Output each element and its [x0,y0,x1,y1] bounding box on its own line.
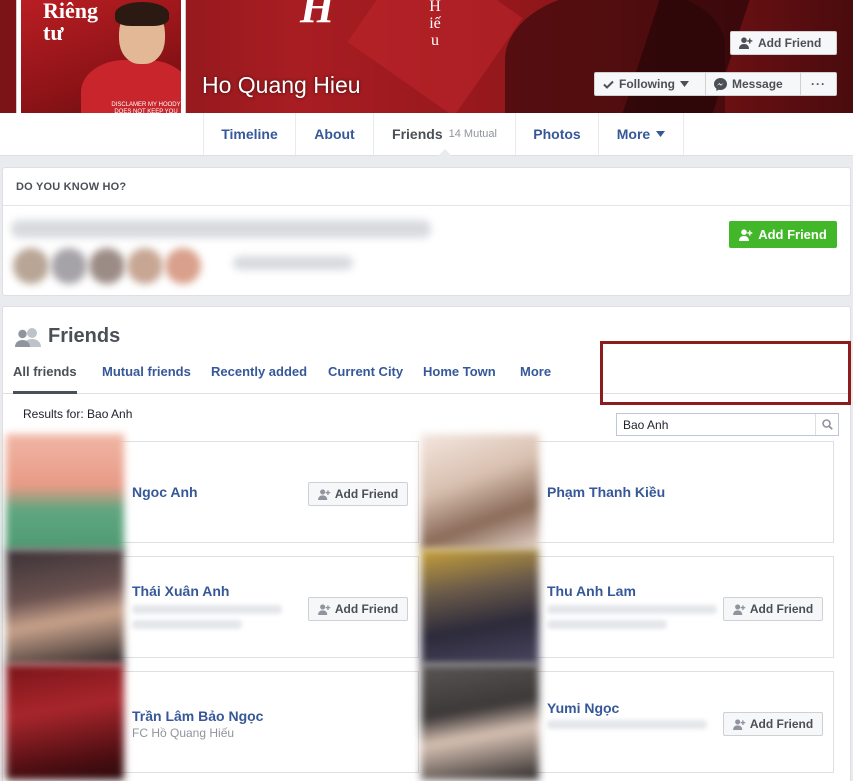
friend-photo[interactable] [421,549,539,665]
more-dots-icon: ··· [811,77,826,91]
chevron-down-icon [656,131,666,137]
suggestion-add-friend-label: Add Friend [758,227,827,242]
friend-card: Trần Lâm Bảo Ngọc FC Hồ Quang Hiếu [6,664,419,780]
messenger-icon [714,77,727,91]
tab-about-label: About [314,126,355,142]
profile-picture-text-line2: tư [43,20,64,45]
add-friend-icon [739,228,753,241]
friend-card: Phạm Thanh Kiều [421,434,834,550]
add-friend-button[interactable]: Add Friend [308,597,408,621]
chevron-down-icon [680,81,689,87]
subnav-current-city[interactable]: Current City [328,364,403,379]
cover-add-friend-label: Add Friend [758,36,822,50]
friends-title: Friends [48,325,121,347]
add-friend-icon [732,603,746,615]
blurred-avatar [13,248,49,284]
blurred-info [547,620,667,629]
results-label: Results for: Bao Anh [23,407,133,421]
profile-picture-text: Riêng tư [43,0,98,44]
blurred-info [132,605,282,614]
blurred-avatar [165,248,201,284]
message-label: Message [732,77,783,91]
tab-more[interactable]: More [599,113,684,155]
tab-timeline-label: Timeline [221,126,278,142]
cover-glyph: H [300,0,335,32]
friend-name[interactable]: Ngoc Anh [132,484,198,500]
profile-name[interactable]: Ho Quang Hieu [202,72,361,99]
add-friend-icon [317,488,331,500]
friend-name[interactable]: Thái Xuân Anh [132,583,229,599]
friend-name[interactable]: Yumi Ngọc [547,700,619,716]
message-button[interactable]: Message [705,72,800,96]
cover-add-friend-button[interactable]: Add Friend [730,31,837,55]
friend-card: Yumi Ngọc Add Friend [421,664,834,780]
tab-more-label: More [616,126,651,142]
friend-subtitle: FC Hồ Quang Hiếu [132,726,235,740]
search-highlight-annotation [600,341,851,405]
friend-name[interactable]: Phạm Thanh Kiều [547,484,665,500]
add-friend-icon [317,603,331,615]
cover-vertical-text: Hiếu [429,0,441,49]
friend-card: Ngoc Anh Add Friend [6,434,419,550]
tab-timeline[interactable]: Timeline [203,113,296,155]
blurred-text [11,220,431,238]
blurred-avatar [127,248,163,284]
friend-name[interactable]: Thu Anh Lam [547,583,636,599]
search-icon [821,419,833,430]
subnav-recently-added[interactable]: Recently added [211,364,307,379]
add-friend-button[interactable]: Add Friend [723,712,823,736]
profile-tabs: Timeline About Friends 14 Mutual Photos M… [0,113,853,156]
do-you-know-title: DO YOU KNOW HO? [3,168,850,206]
add-friend-button[interactable]: Add Friend [723,597,823,621]
add-friend-label: Add Friend [334,487,399,501]
following-label: Following [619,77,675,91]
friend-photo[interactable] [6,664,124,780]
subnav-more[interactable]: More [520,364,551,379]
friends-icon [15,327,41,347]
mutual-count-badge: 14 Mutual [448,128,497,140]
blurred-avatar [51,248,87,284]
friend-photo[interactable] [6,434,124,550]
friends-search-input[interactable] [617,414,815,435]
friend-card: Thái Xuân Anh Add Friend [6,549,419,665]
friends-heading: Friends [15,325,120,348]
friend-card: Thu Anh Lam Add Friend [421,549,834,665]
subnav-all-friends[interactable]: All friends [13,364,77,394]
profile-picture-text-line1: Riêng [43,0,98,23]
friend-photo[interactable] [421,664,539,780]
friends-search-box [616,413,839,436]
do-you-know-card: DO YOU KNOW HO? Add Friend [2,167,851,296]
check-icon [603,80,614,89]
blurred-info [132,620,242,629]
search-button[interactable] [815,414,838,435]
add-friend-icon [732,718,746,730]
following-button[interactable]: Following [594,72,705,96]
subnav-home-town[interactable]: Home Town [423,364,496,379]
blurred-avatar [89,248,125,284]
tab-friends-label: Friends [392,126,443,142]
tab-photos-label: Photos [533,126,581,142]
friend-name[interactable]: Trần Lâm Bảo Ngọc [132,708,263,724]
add-friend-label: Add Friend [334,602,399,616]
add-friend-label: Add Friend [749,602,814,616]
friend-photo[interactable] [6,549,124,665]
subnav-mutual-friends[interactable]: Mutual friends [102,364,191,379]
tab-photos[interactable]: Photos [516,113,599,155]
blurred-info [547,605,717,614]
blurred-info [547,720,707,729]
add-friend-button[interactable]: Add Friend [308,482,408,506]
tab-friends[interactable]: Friends 14 Mutual [374,113,516,156]
profile-picture-hair [115,2,169,26]
tab-about[interactable]: About [296,113,374,155]
friend-photo[interactable] [421,434,539,550]
add-friend-icon [739,37,753,49]
blurred-text [233,256,353,270]
add-friend-label: Add Friend [749,717,814,731]
more-options-button[interactable]: ··· [800,72,837,96]
suggestion-add-friend-button[interactable]: Add Friend [729,221,837,248]
